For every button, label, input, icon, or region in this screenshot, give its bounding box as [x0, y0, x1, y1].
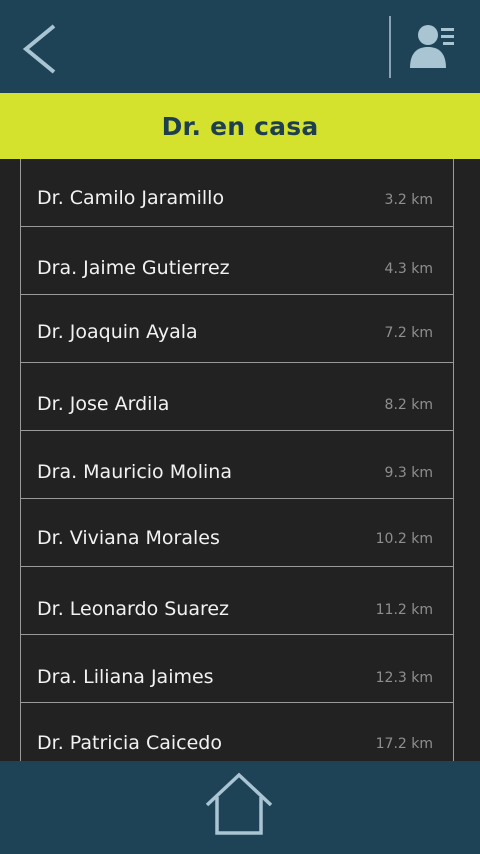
doctor-name: Dr. Camilo Jaramillo [37, 187, 225, 209]
contacts-button[interactable] [408, 22, 460, 72]
home-button[interactable] [204, 771, 274, 837]
doctor-name: Dr. Viviana Morales [37, 527, 220, 549]
doctor-distance: 4.3 km [384, 261, 433, 277]
doctor-list-item[interactable]: Dra. Mauricio Molina 9.3 km [21, 431, 453, 499]
doctor-name: Dr. Leonardo Suarez [37, 598, 230, 620]
doctor-distance: 10.2 km [375, 531, 433, 547]
doctor-distance: 17.2 km [375, 736, 433, 752]
top-bar [0, 0, 480, 93]
doctor-name: Dr. Jose Ardila [37, 393, 170, 415]
doctor-list[interactable]: Dr. Camilo Jaramillo 3.2 km Dra. Jaime G… [20, 159, 454, 761]
doctor-list-item[interactable]: Dr. Leonardo Suarez 11.2 km [21, 567, 453, 635]
doctor-name: Dr. Joaquin Ayala [37, 321, 198, 343]
back-button[interactable] [18, 22, 66, 74]
doctor-name: Dr. Patricia Caicedo [37, 732, 222, 754]
doctor-name: Dra. Mauricio Molina [37, 461, 232, 483]
contacts-list-icon [410, 25, 454, 68]
doctor-list-item[interactable]: Dr. Camilo Jaramillo 3.2 km [21, 159, 453, 227]
page-title: Dr. en casa [161, 111, 319, 141]
bottom-bar [0, 761, 480, 854]
doctor-name: Dra. Liliana Jaimes [37, 666, 214, 688]
doctor-distance: 7.2 km [384, 325, 433, 341]
title-bar: Dr. en casa [0, 93, 480, 159]
doctor-distance: 8.2 km [384, 397, 433, 413]
home-icon [205, 772, 273, 835]
doctor-distance: 3.2 km [384, 192, 433, 208]
doctor-distance: 12.3 km [375, 670, 433, 686]
doctor-distance: 11.2 km [375, 602, 433, 618]
doctor-list-item[interactable]: Dr. Viviana Morales 10.2 km [21, 499, 453, 567]
chevron-left-icon [22, 24, 56, 74]
doctor-name: Dra. Jaime Gutierrez [37, 257, 230, 279]
doctor-list-item[interactable]: Dra. Liliana Jaimes 12.3 km [21, 635, 453, 703]
doctor-list-item[interactable]: Dr. Patricia Caicedo 17.2 km [21, 703, 453, 761]
doctor-list-item[interactable]: Dra. Jaime Gutierrez 4.3 km [21, 227, 453, 295]
doctor-distance: 9.3 km [384, 465, 433, 481]
doctor-list-item[interactable]: Dr. Joaquin Ayala 7.2 km [21, 295, 453, 363]
header-divider [389, 16, 391, 78]
doctor-list-item[interactable]: Dr. Jose Ardila 8.2 km [21, 363, 453, 431]
